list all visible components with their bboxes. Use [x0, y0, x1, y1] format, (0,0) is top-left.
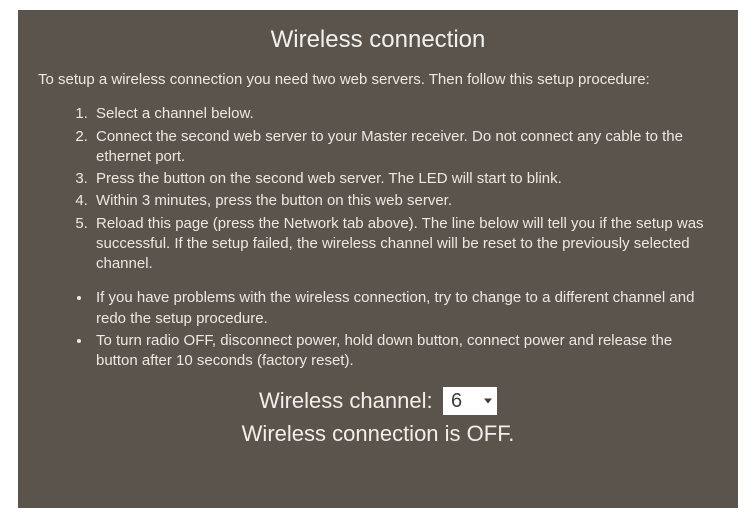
wireless-panel: Wireless connection To setup a wireless … — [18, 10, 738, 508]
step-item: Select a channel below. — [92, 104, 718, 124]
intro-text: To setup a wireless connection you need … — [38, 70, 718, 90]
channel-label: Wireless channel: — [259, 388, 433, 413]
steps-list: Select a channel below. Connect the seco… — [38, 104, 718, 274]
channel-select[interactable]: 6 — [443, 387, 497, 415]
notes-list: If you have problems with the wireless c… — [38, 288, 718, 371]
chevron-down-icon — [484, 399, 492, 404]
note-item: If you have problems with the wireless c… — [92, 288, 718, 329]
note-item: To turn radio OFF, disconnect power, hol… — [92, 331, 718, 372]
step-item: Press the button on the second web serve… — [92, 169, 718, 189]
channel-row: Wireless channel: 6 — [38, 387, 718, 415]
connection-status: Wireless connection is OFF. — [38, 421, 718, 447]
step-item: Reload this page (press the Network tab … — [92, 214, 718, 275]
step-item: Connect the second web server to your Ma… — [92, 127, 718, 168]
page-title: Wireless connection — [38, 26, 718, 54]
step-item: Within 3 minutes, press the button on th… — [92, 191, 718, 211]
channel-select-value: 6 — [451, 390, 462, 412]
